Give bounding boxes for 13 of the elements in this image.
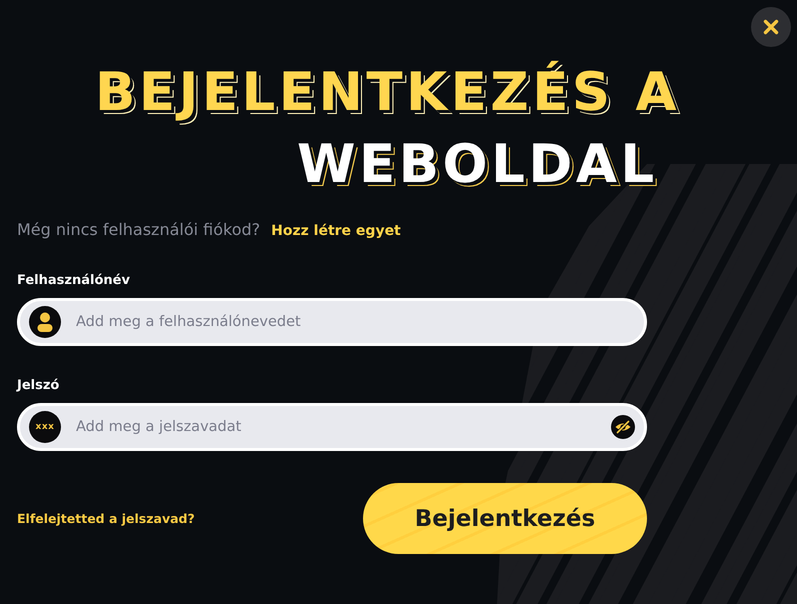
forgot-password-link[interactable]: Elfelejtetted a jelszavad? [17,511,195,526]
title-line: WEBOLDAL [297,133,658,197]
close-icon [763,19,779,35]
eye-slash-icon[interactable] [611,415,635,439]
signup-link[interactable]: Hozz létre egyet [271,221,401,241]
user-icon [29,306,61,338]
login-button[interactable]: Bejelentkezés [363,483,647,554]
field-label: Jelszó [17,377,60,395]
signup-prompt-text: Még nincs felhasználói fiókod? [17,220,260,240]
title-line: BEJELENTKEZÉS A [95,60,680,125]
username-field[interactable]: Add meg a felhasználónevedet [17,298,647,346]
field-label: Felhasználónév [17,272,130,290]
close-button[interactable] [751,7,791,47]
